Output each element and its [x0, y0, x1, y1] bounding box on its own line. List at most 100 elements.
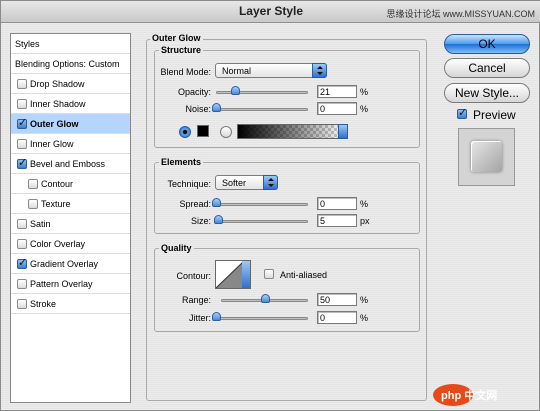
sidebar-item-label: Outer Glow [30, 119, 79, 129]
chevron-down-icon[interactable] [338, 124, 348, 139]
noise-slider[interactable] [212, 103, 308, 112]
sidebar-item-inner-glow[interactable]: Inner Glow [11, 134, 130, 154]
sidebar-item-label: Bevel and Emboss [30, 159, 106, 169]
preview-label: Preview [473, 108, 516, 122]
preview-swatch [471, 141, 502, 172]
chevron-down-icon [242, 261, 250, 288]
sidebar-item-label: Inner Shadow [30, 99, 86, 109]
noise-input[interactable]: 0 [317, 102, 357, 115]
sidebar-checkbox[interactable] [17, 139, 27, 149]
sidebar-item-drop-shadow[interactable]: Drop Shadow [11, 74, 130, 94]
sidebar-item-satin[interactable]: Satin [11, 214, 130, 234]
slider-track [216, 108, 308, 111]
sidebar-item-blending-options-custom[interactable]: Blending Options: Custom [11, 54, 130, 74]
slider-knob[interactable] [231, 86, 241, 95]
chevron-updown-icon [263, 175, 278, 190]
sidebar-checkbox[interactable] [17, 256, 27, 269]
sidebar-item-bevel-and-emboss[interactable]: Bevel and Emboss [11, 154, 130, 174]
noise-unit: % [360, 104, 369, 114]
color-radio[interactable] [179, 126, 191, 138]
sidebar-item-inner-shadow[interactable]: Inner Shadow [11, 94, 130, 114]
spread-slider[interactable] [212, 198, 308, 207]
jitter-input[interactable]: 0 [317, 311, 357, 324]
sidebar-checkbox[interactable] [17, 219, 27, 229]
sidebar-item-stroke[interactable]: Stroke [11, 294, 130, 314]
quality-title: Quality [159, 243, 194, 253]
sidebar-item-label: Styles [15, 39, 40, 49]
range-slider[interactable] [221, 294, 308, 303]
sidebar-checkbox[interactable] [17, 239, 27, 249]
technique-select[interactable]: Softer [215, 175, 278, 190]
sidebar-item-contour[interactable]: Contour [11, 174, 130, 194]
size-slider[interactable] [213, 215, 308, 224]
sidebar-checkbox[interactable] [28, 199, 38, 209]
slider-track [216, 220, 308, 223]
new-style-button[interactable]: New Style... [444, 83, 530, 103]
contour-label: Contour: [176, 271, 211, 281]
blend-mode-value: Normal [222, 66, 252, 76]
jitter-unit: % [360, 313, 369, 323]
sidebar-item-label: Stroke [30, 299, 57, 309]
size-label: Size: [190, 216, 211, 226]
preview-checkbox[interactable] [457, 106, 467, 119]
sidebar-item-texture[interactable]: Texture [11, 194, 130, 214]
jitter-label: Jitter: [188, 313, 211, 323]
slider-knob[interactable] [212, 198, 221, 207]
sidebar-item-label: Blending Options: Custom [15, 59, 120, 69]
size-value: 5 [320, 216, 326, 226]
sidebar-checkbox[interactable] [17, 156, 27, 169]
size-input[interactable]: 5 [317, 214, 357, 227]
sidebar-item-label: Satin [30, 219, 51, 229]
opacity-input[interactable]: 21 [317, 85, 357, 98]
blend-mode-label: Blend Mode: [160, 67, 211, 77]
layer-style-dialog: Layer Style 思缘设计论坛 www.MISSYUAN.COM Styl… [0, 0, 540, 411]
slider-track [216, 91, 308, 94]
spread-value: 0 [320, 199, 326, 209]
blend-mode-select[interactable]: Normal [215, 63, 327, 78]
sidebar-checkbox[interactable] [28, 179, 38, 189]
sidebar-item-label: Pattern Overlay [30, 279, 93, 289]
sidebar-item-styles[interactable]: Styles [11, 34, 130, 54]
gradient-picker[interactable] [237, 124, 347, 139]
cancel-button[interactable]: Cancel [444, 58, 530, 78]
spread-unit: % [360, 199, 369, 209]
slider-knob[interactable] [212, 312, 221, 321]
outer-glow-title: Outer Glow [150, 33, 203, 43]
styles-list: Styles Blending Options: Custom Drop Shado… [10, 33, 131, 403]
sidebar-item-outer-glow[interactable]: Outer Glow [11, 114, 130, 134]
sidebar-checkbox[interactable] [17, 79, 27, 89]
sidebar-item-label: Color Overlay [30, 239, 86, 249]
noise-label: Noise: [185, 104, 211, 114]
php-logo: php 中文网 [431, 381, 540, 409]
structure-title: Structure [159, 45, 204, 55]
color-swatch[interactable] [197, 125, 209, 137]
opacity-label: Opacity: [177, 87, 211, 97]
opacity-slider[interactable] [216, 86, 308, 95]
sidebar-checkbox[interactable] [17, 116, 27, 129]
range-unit: % [360, 295, 369, 305]
sidebar-checkbox[interactable] [17, 279, 27, 289]
sidebar-checkbox[interactable] [17, 99, 27, 109]
slider-knob[interactable] [213, 215, 223, 224]
anti-aliased-checkbox[interactable] [264, 269, 274, 279]
range-input[interactable]: 50 [317, 293, 357, 306]
sidebar-item-pattern-overlay[interactable]: Pattern Overlay [11, 274, 130, 294]
sidebar-item-label: Texture [41, 199, 71, 209]
title-bar[interactable]: Layer Style 思缘设计论坛 www.MISSYUAN.COM [1, 1, 540, 23]
sidebar-item-color-overlay[interactable]: Color Overlay [11, 234, 130, 254]
sidebar-item-gradient-overlay[interactable]: Gradient Overlay [11, 254, 130, 274]
spread-input[interactable]: 0 [317, 197, 357, 210]
jitter-value: 0 [320, 313, 326, 323]
slider-knob[interactable] [260, 294, 270, 303]
jitter-slider[interactable] [212, 312, 308, 321]
sidebar-item-label: Gradient Overlay [30, 259, 99, 269]
technique-label: Technique: [167, 179, 211, 189]
contour-picker[interactable] [215, 260, 251, 289]
ok-button[interactable]: OK [444, 34, 530, 54]
sidebar-checkbox[interactable] [17, 299, 27, 309]
slider-knob[interactable] [212, 103, 221, 112]
sidebar-item-label: Inner Glow [30, 139, 74, 149]
anti-aliased-label: Anti-aliased [280, 270, 328, 280]
gradient-radio[interactable] [220, 126, 232, 138]
opacity-unit: % [360, 87, 369, 97]
